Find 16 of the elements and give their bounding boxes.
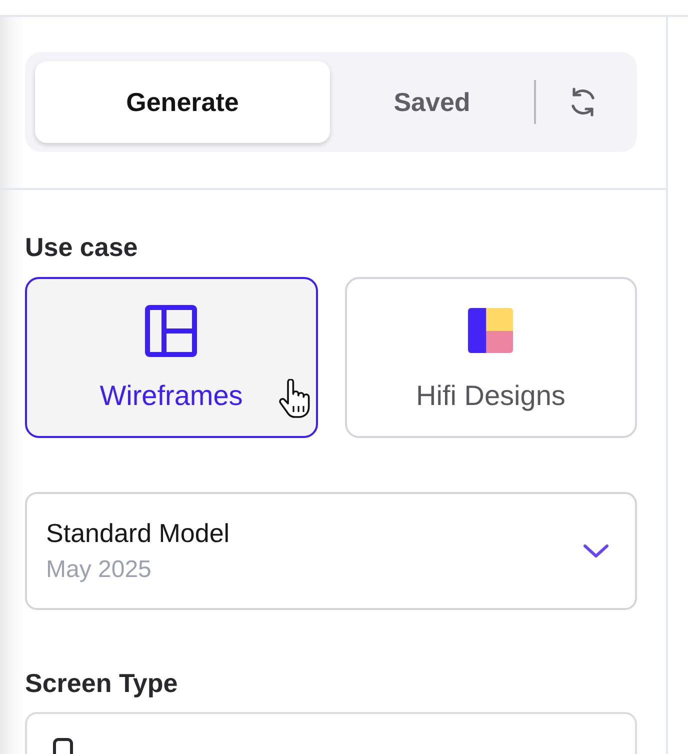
model-date: May 2025 [46,556,152,584]
use-case-option[interactable]: Wireframes [25,277,318,438]
layout-icon [145,305,198,357]
model-dropdown[interactable]: Standard Model May 2025 [25,492,637,610]
refresh-icon [569,87,597,117]
chevron-down-icon [583,544,609,558]
use-case-option[interactable]: Hifi Designs [344,277,637,438]
section-label: Screen Type [25,668,179,698]
hand-cursor-icon [278,379,312,419]
tab[interactable]: Saved [330,61,534,143]
section-label: Use case [25,232,139,262]
option-label: Hifi Designs [416,380,566,412]
tab[interactable]: Generate [35,61,330,143]
color-blocks-icon [468,308,514,353]
model-name: Standard Model [46,518,231,548]
option-label: Wireframes [100,380,243,412]
